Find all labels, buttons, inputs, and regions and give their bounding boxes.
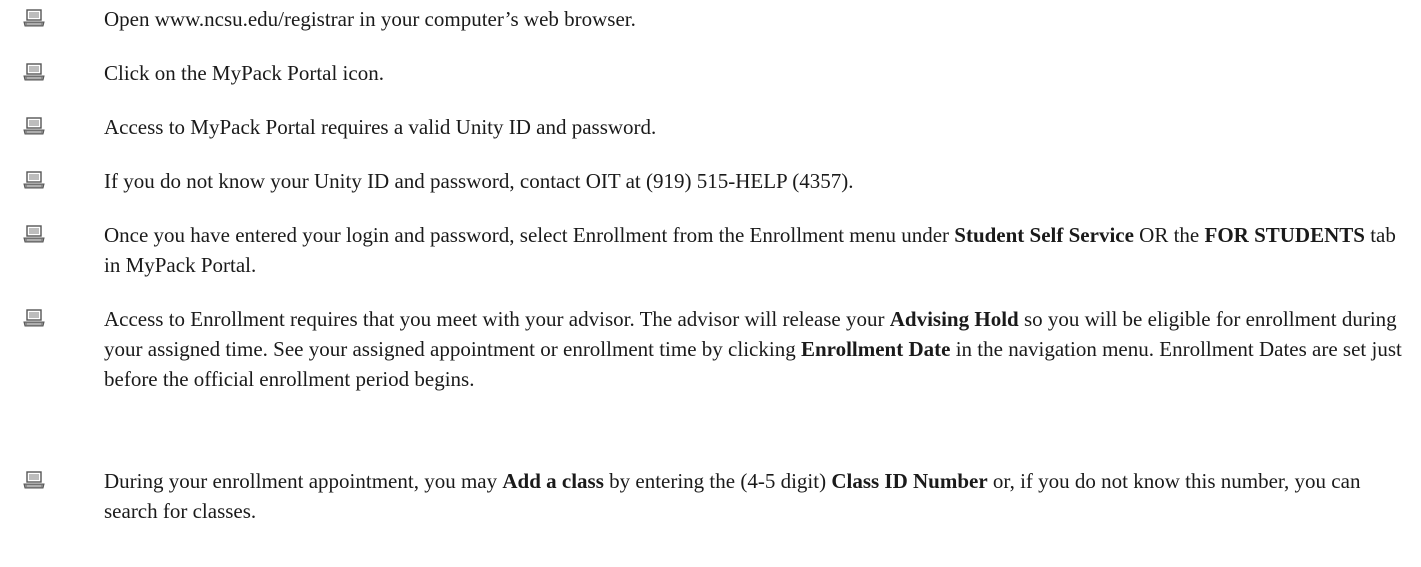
list-item-text: Access to Enrollment requires that you m… (104, 304, 1404, 394)
laptop-icon (23, 225, 45, 243)
laptop-icon (23, 171, 45, 189)
laptop-icon (23, 471, 45, 489)
text-run: During your enrollment appointment, you … (104, 469, 503, 493)
list-item-text: Once you have entered your login and pas… (104, 220, 1404, 280)
laptop-icon (23, 63, 45, 81)
text-run: by entering the (4-5 digit) (603, 469, 832, 493)
text-run: Access to MyPack Portal requires a valid… (104, 115, 657, 139)
list-item-text: Click on the MyPack Portal icon. (104, 58, 1404, 88)
text-run: OR the (1133, 223, 1205, 247)
laptop-icon (23, 117, 45, 135)
text-run: Access to Enrollment requires that you m… (104, 307, 890, 331)
list-item-text: Open www.ncsu.edu/registrar in your comp… (104, 4, 1404, 34)
list-item-text: Access to MyPack Portal requires a valid… (104, 112, 1404, 142)
laptop-icon (23, 9, 45, 27)
bold-text-run: Enrollment Date (800, 337, 951, 361)
text-run: If you do not know your Unity ID and pas… (104, 169, 854, 193)
bold-text-run: Student Self Service (954, 223, 1134, 247)
laptop-icon (23, 309, 45, 327)
bold-text-run: Class ID Number (831, 469, 988, 493)
text-run: Once you have entered your login and pas… (104, 223, 955, 247)
list-item-text: If you do not know your Unity ID and pas… (104, 166, 1404, 196)
bold-text-run: FOR STUDENTS (1204, 223, 1365, 247)
text-run: Open www.ncsu.edu/registrar in your comp… (104, 7, 636, 31)
bold-text-run: Advising Hold (889, 307, 1019, 331)
text-run: Click on the MyPack Portal icon. (104, 61, 384, 85)
bold-text-run: Add a class (502, 469, 604, 493)
list-item-text: During your enrollment appointment, you … (104, 466, 1404, 526)
